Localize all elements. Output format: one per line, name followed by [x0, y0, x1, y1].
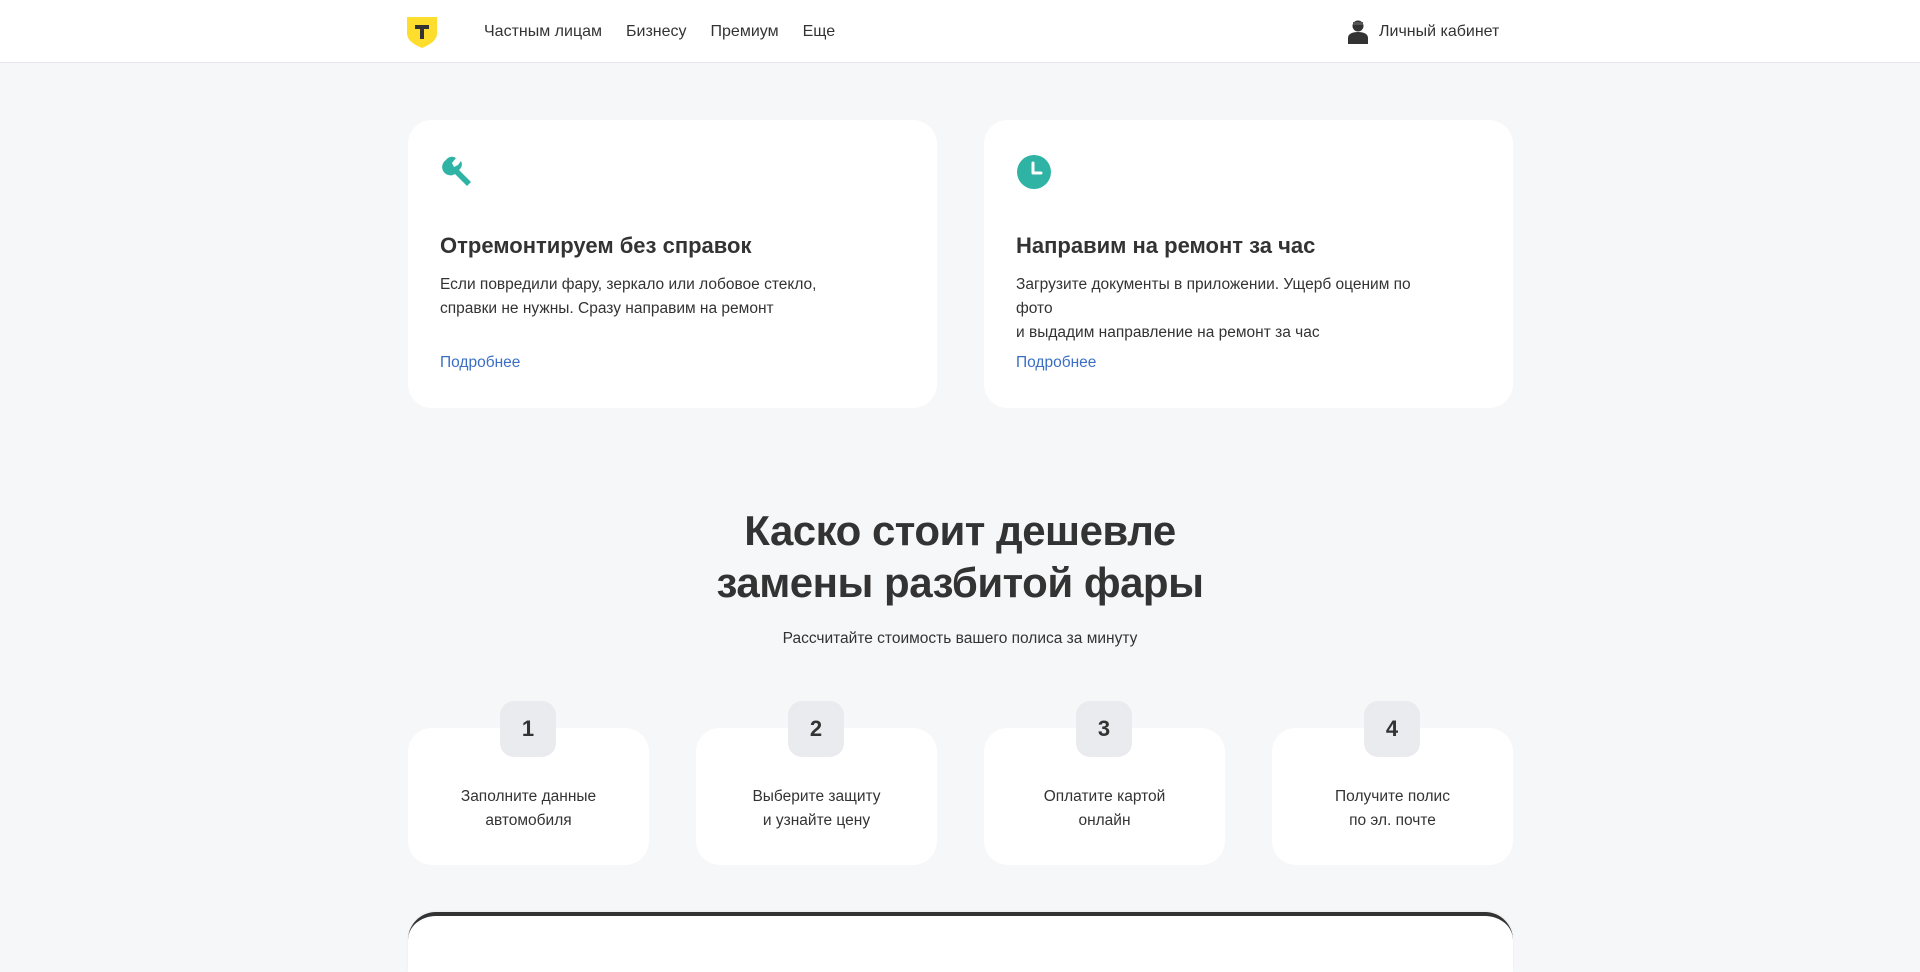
nav-item-business[interactable]: Бизнесу	[626, 0, 687, 63]
main-nav: Частным лицам Бизнесу Премиум Еще	[484, 0, 859, 63]
account-link[interactable]: Личный кабинет	[1348, 0, 1499, 63]
feature-title: Отремонтируем без справок	[440, 233, 752, 258]
calculator-card	[408, 912, 1513, 972]
step-text: Получите полис по эл. почте	[1335, 788, 1450, 829]
site-header: Частным лицам Бизнесу Премиум Еще Личный…	[0, 0, 1920, 63]
nav-item-more[interactable]: Еще	[803, 0, 836, 63]
step-number: 2	[788, 701, 844, 757]
user-icon	[1348, 20, 1368, 44]
feature-description: Если повредили фару, зеркало или лобовое…	[440, 276, 817, 317]
more-link[interactable]: Подробнее	[440, 354, 520, 372]
nav-item-personal[interactable]: Частным лицам	[484, 0, 602, 63]
step-card: 3 Оплатите картой онлайн	[984, 701, 1225, 865]
account-label: Личный кабинет	[1379, 22, 1500, 40]
step-number: 1	[500, 701, 556, 757]
feature-card-repair-in-hour: Направим на ремонт за час Загрузите доку…	[984, 120, 1513, 408]
feature-title: Направим на ремонт за час	[1016, 233, 1316, 258]
step-number: 4	[1364, 701, 1420, 757]
tbank-logo-icon[interactable]	[407, 17, 437, 48]
step-card: 4 Получите полис по эл. почте	[1272, 701, 1513, 865]
step-card: 2 Выберите защиту и узнайте цену	[696, 701, 937, 865]
nav-item-premium[interactable]: Премиум	[711, 0, 779, 63]
step-text: Заполните данные автомобиля	[460, 788, 597, 829]
clock-icon	[1016, 154, 1052, 190]
feature-card-no-certificates: Отремонтируем без справок Если повредили…	[408, 120, 937, 408]
more-link[interactable]: Подробнее	[1016, 354, 1096, 372]
feature-description: Загрузите документы в приложении. Ущерб …	[1016, 276, 1411, 341]
promo-headline: Каско стоит дешевле замены разбитой фары	[716, 507, 1204, 606]
wrench-icon	[440, 154, 476, 190]
step-number: 3	[1076, 701, 1132, 757]
step-text: Оплатите картой онлайн	[1043, 788, 1166, 829]
step-card: 1 Заполните данные автомобиля	[408, 701, 649, 865]
promo-subhead: Рассчитайте стоимость вашего полиса за м…	[782, 630, 1138, 647]
step-text: Выберите защиту и узнайте цену	[752, 788, 881, 829]
